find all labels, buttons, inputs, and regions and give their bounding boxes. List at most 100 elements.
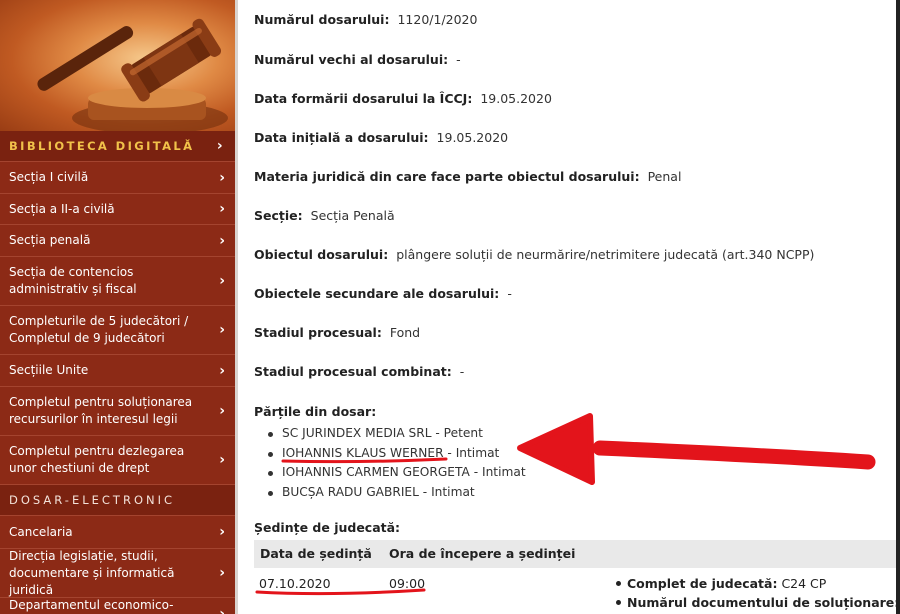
sidebar-item-cancelaria[interactable]: Cancelaria › bbox=[0, 516, 235, 549]
party-name: IOHANNIS CARMEN GEORGETA bbox=[282, 465, 470, 479]
sidebar: BIBLIOTECA DIGITALĂ › Secția I civilă › … bbox=[0, 0, 235, 614]
secondary-objects-value: - bbox=[507, 286, 512, 301]
sidebar-divider bbox=[235, 0, 238, 614]
chevron-right-icon: › bbox=[219, 273, 225, 289]
section-value: Secția Penală bbox=[310, 208, 395, 223]
sidebar-item-label: Secțiile Unite bbox=[9, 363, 89, 377]
sidebar-item-sectia-penala[interactable]: Secția penală › bbox=[0, 225, 235, 257]
gavel-icon bbox=[37, 18, 228, 131]
formation-date-row: Data formării dosarului la ÎCCJ: 19.05.20… bbox=[254, 91, 552, 106]
sidebar-item-label: Secția de contencios administrativ și fi… bbox=[9, 265, 137, 296]
hearing-date: 07.10.2020 bbox=[259, 576, 331, 591]
field-label: Data inițială a dosarului: bbox=[254, 130, 429, 145]
sidebar-item-label: Completul pentru soluționarea recursuril… bbox=[9, 395, 193, 426]
party-name: BUCȘA RADU GABRIEL bbox=[282, 484, 419, 499]
parties-heading: Părțile din dosar: bbox=[254, 404, 377, 419]
window-edge bbox=[896, 0, 900, 614]
legal-matter-value: Penal bbox=[647, 169, 682, 184]
sidebar-item-sectiile-unite[interactable]: Secțiile Unite › bbox=[0, 355, 235, 387]
sidebar-item-label: BIBLIOTECA DIGITALĂ bbox=[9, 138, 195, 153]
old-case-number-row: Numărul vechi al dosarului: - bbox=[254, 52, 461, 67]
sidebar-item-completuri[interactable]: Completurile de 5 judecători / Completul… bbox=[0, 306, 235, 355]
sidebar-header-dosar-electronic[interactable]: DOSAR-ELECTRONIC bbox=[0, 485, 235, 516]
hearings-heading: Ședințe de judecată: bbox=[254, 520, 401, 535]
party-role: - Intimat bbox=[443, 445, 500, 460]
combined-stage-row: Stadiul procesual combinat: - bbox=[254, 364, 464, 379]
old-case-number-value: - bbox=[456, 52, 461, 67]
column-header-time: Ora de începere a ședinței bbox=[389, 546, 576, 561]
sidebar-item-contencios[interactable]: Secția de contencios administrativ și fi… bbox=[0, 257, 235, 306]
sidebar-item-label: Completul pentru dezlegarea unor chestiu… bbox=[9, 444, 185, 475]
list-item: IOHANNIS KLAUS WERNER - Intimat bbox=[268, 444, 526, 464]
list-item: Numărul documentului de soluționare: - bbox=[616, 593, 900, 612]
sidebar-item-label: Direcția legislație, studii, documentare… bbox=[9, 548, 175, 597]
detail-label: Complet de judecată: bbox=[627, 576, 778, 591]
detail-value: C24 CP bbox=[781, 576, 827, 591]
field-label: Data formării dosarului la ÎCCJ: bbox=[254, 91, 473, 106]
secondary-objects-row: Obiectele secundare ale dosarului: - bbox=[254, 286, 512, 301]
chevron-right-icon: › bbox=[219, 322, 225, 338]
field-label: Stadiul procesual combinat: bbox=[254, 364, 452, 379]
sidebar-item-label: Secția I civilă bbox=[9, 170, 89, 184]
chevron-right-icon: › bbox=[219, 524, 225, 540]
party-role: - Intimat bbox=[469, 465, 526, 479]
legal-matter-row: Materia juridică din care face parte obi… bbox=[254, 169, 681, 184]
section-row: Secție: Secția Penală bbox=[254, 208, 395, 223]
case-number-value: 1120/1/2020 bbox=[397, 12, 478, 27]
case-object-row: Obiectul dosarului: plângere soluții de n… bbox=[254, 247, 814, 262]
list-item: BUCȘA RADU GABRIEL - Intimat bbox=[268, 483, 526, 503]
sidebar-item-directia-legislatie[interactable]: Direcția legislație, studii, documentare… bbox=[0, 549, 235, 598]
chevron-right-icon: › bbox=[219, 403, 225, 419]
initial-date-row: Data inițială a dosarului: 19.05.2020 bbox=[254, 130, 508, 145]
sidebar-item-label: Completurile de 5 judecători / Completul… bbox=[9, 314, 189, 345]
list-item: Complet de judecată: C24 CP bbox=[616, 574, 900, 593]
sidebar-item-label: Secția a II-a civilă bbox=[9, 201, 115, 216]
party-name: IOHANNIS KLAUS WERNER bbox=[282, 445, 444, 460]
chevron-right-icon: › bbox=[219, 606, 225, 614]
procedural-stage-value: Fond bbox=[389, 325, 421, 340]
chevron-right-icon: › bbox=[219, 201, 225, 217]
field-label: Stadiul procesual: bbox=[254, 325, 382, 340]
chevron-right-icon: › bbox=[219, 452, 225, 468]
sidebar-item-completul-ril[interactable]: Completul pentru soluționarea recursuril… bbox=[0, 387, 235, 436]
hearing-details-list: Complet de judecată: C24 CP Numărul docu… bbox=[616, 574, 900, 612]
initial-date-value: 19.05.2020 bbox=[436, 130, 509, 145]
chevron-right-icon: › bbox=[219, 169, 225, 186]
field-label: Obiectele secundare ale dosarului: bbox=[254, 286, 500, 301]
formation-date-value: 19.05.2020 bbox=[480, 91, 552, 106]
list-item: SC JURINDEX MEDIA SRL - Petent bbox=[268, 424, 526, 444]
sidebar-item-label: DOSAR-ELECTRONIC bbox=[9, 492, 176, 507]
sidebar-item-label: Cancelaria bbox=[9, 524, 73, 539]
chevron-right-icon: › bbox=[216, 138, 225, 154]
sidebar-item-label: Secția penală bbox=[9, 233, 91, 247]
sidebar-item-label: Departamentul economico-financiar bbox=[9, 598, 174, 612]
hearing-time: 09:00 bbox=[389, 576, 426, 591]
case-object-value: plângere soluții de neurmărire/netrimite… bbox=[396, 247, 815, 262]
field-label: Materia juridică din care face parte obi… bbox=[254, 169, 640, 184]
party-role: - Petent bbox=[431, 426, 483, 440]
column-header-date: Data de ședință bbox=[260, 546, 372, 561]
chevron-right-icon: › bbox=[219, 232, 225, 249]
party-role: - Intimat bbox=[418, 484, 475, 499]
field-label: Numărul dosarului: bbox=[254, 12, 390, 27]
hearings-table-header: Data de ședință Ora de începere a ședinț… bbox=[254, 540, 900, 568]
field-label: Numărul vechi al dosarului: bbox=[254, 52, 449, 67]
party-name: SC JURINDEX MEDIA SRL bbox=[282, 426, 432, 440]
list-item: IOHANNIS CARMEN GEORGETA - Intimat bbox=[268, 463, 526, 483]
sidebar-menu: BIBLIOTECA DIGITALĂ › Secția I civilă › … bbox=[0, 131, 235, 614]
sidebar-header-biblioteca[interactable]: BIBLIOTECA DIGITALĂ › bbox=[0, 131, 235, 162]
sidebar-item-dep-economic[interactable]: Departamentul economico-financiar › bbox=[0, 598, 235, 614]
sidebar-item-sectia-2-civila[interactable]: Secția a II-a civilă › bbox=[0, 194, 235, 225]
gavel-image bbox=[0, 0, 235, 131]
field-label: Secție: bbox=[254, 208, 303, 223]
sidebar-item-sectia-1-civila[interactable]: Secția I civilă › bbox=[0, 162, 235, 194]
case-number-row: Numărul dosarului: 1120/1/2020 bbox=[254, 12, 477, 27]
combined-stage-value: - bbox=[459, 364, 465, 379]
procedural-stage-row: Stadiul procesual: Fond bbox=[254, 325, 420, 340]
chevron-right-icon: › bbox=[219, 565, 225, 581]
detail-label: Numărul documentului de soluționare: bbox=[627, 595, 900, 610]
parties-list: SC JURINDEX MEDIA SRL - Petent IOHANNIS … bbox=[268, 424, 526, 503]
sidebar-item-completul-hp[interactable]: Completul pentru dezlegarea unor chestiu… bbox=[0, 436, 235, 485]
chevron-right-icon: › bbox=[219, 362, 225, 379]
field-label: Obiectul dosarului: bbox=[254, 247, 389, 262]
